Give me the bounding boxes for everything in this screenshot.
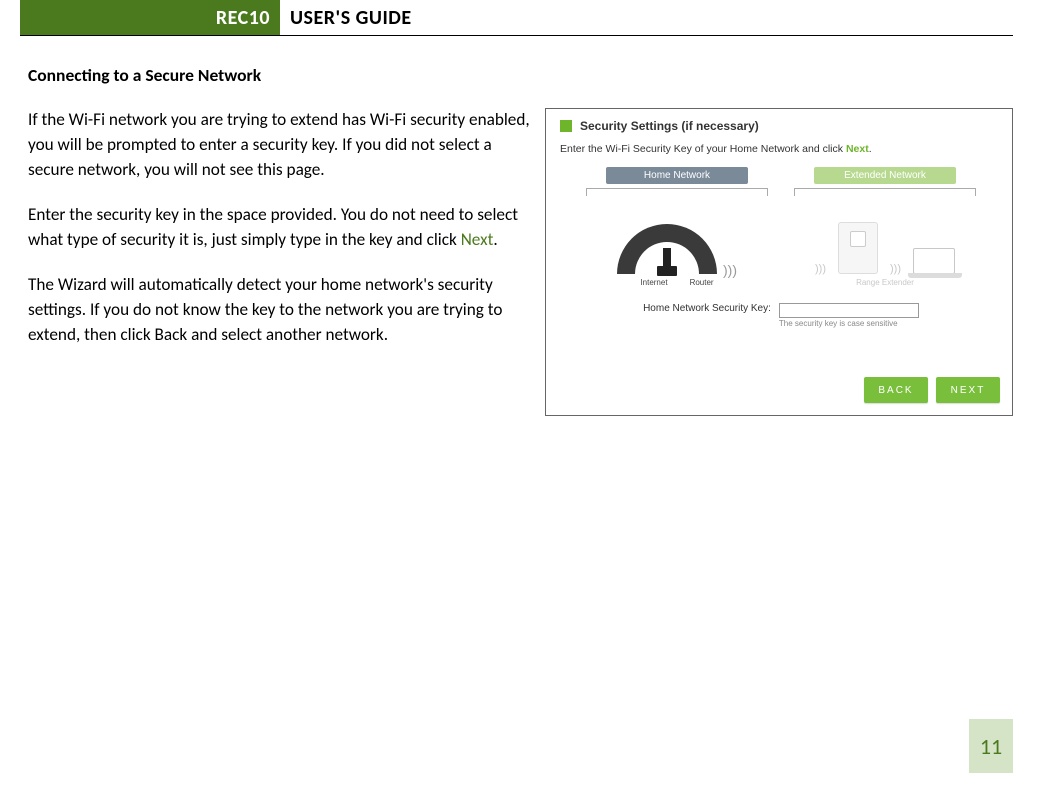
home-network-label: Home Network bbox=[606, 167, 748, 184]
wifi-waves-icon: ))) bbox=[723, 266, 737, 274]
screenshot-instruction-a: Enter the Wi-Fi Security Key of your Hom… bbox=[560, 143, 846, 155]
range-extender-icon bbox=[838, 222, 878, 274]
back-button[interactable]: BACK bbox=[864, 377, 928, 403]
laptop-icon bbox=[913, 248, 955, 274]
next-word: Next bbox=[461, 229, 494, 250]
header-title: USER'S GUIDE bbox=[280, 0, 412, 35]
extended-network-column: Extended Network ))) ))) Range Extender bbox=[790, 167, 980, 287]
extended-network-label: Extended Network bbox=[814, 167, 956, 184]
product-code: REC10 bbox=[216, 6, 270, 30]
device-label-internet: Internet bbox=[640, 278, 667, 287]
network-diagram: Home Network ))) Internet bbox=[560, 167, 1002, 287]
screenshot-instruction-next: Next bbox=[846, 143, 869, 155]
page-number: 11 bbox=[969, 719, 1013, 773]
screenshot-heading-row: Security Settings (if necessary) bbox=[560, 119, 1002, 133]
screenshot-instruction: Enter the Wi-Fi Security Key of your Hom… bbox=[560, 143, 1002, 155]
wizard-buttons: BACK NEXT bbox=[864, 377, 1000, 403]
internet-arc-icon bbox=[617, 224, 717, 274]
header-product-badge: REC10 bbox=[20, 0, 280, 35]
green-square-icon bbox=[560, 120, 572, 132]
wifi-waves-icon: ))) bbox=[815, 266, 826, 274]
page-content: Connecting to a Secure Network Security … bbox=[0, 36, 1041, 348]
security-key-row: Home Network Security Key: The security … bbox=[560, 303, 1002, 328]
bracket-icon bbox=[794, 188, 976, 196]
home-network-column: Home Network ))) Internet bbox=[582, 167, 772, 287]
wifi-waves-icon: ))) bbox=[890, 266, 901, 274]
security-key-label: Home Network Security Key: bbox=[643, 303, 771, 314]
section-title: Connecting to a Secure Network bbox=[28, 64, 1013, 86]
router-icon bbox=[663, 248, 671, 276]
bracket-icon bbox=[586, 188, 768, 196]
next-button[interactable]: NEXT bbox=[936, 377, 1000, 403]
paragraph-2b: . bbox=[493, 229, 497, 250]
device-label-extender: Range Extender bbox=[790, 278, 980, 287]
security-key-note: The security key is case sensitive bbox=[779, 319, 919, 328]
screenshot-heading: Security Settings (if necessary) bbox=[580, 119, 759, 133]
page-header: REC10 USER'S GUIDE bbox=[20, 0, 1013, 36]
screenshot-instruction-b: . bbox=[869, 143, 872, 155]
paragraph-2a: Enter the security key in the space prov… bbox=[28, 204, 518, 250]
wizard-screenshot: Security Settings (if necessary) Enter t… bbox=[545, 108, 1013, 416]
security-key-input[interactable] bbox=[779, 303, 919, 318]
device-label-router: Router bbox=[690, 278, 714, 287]
